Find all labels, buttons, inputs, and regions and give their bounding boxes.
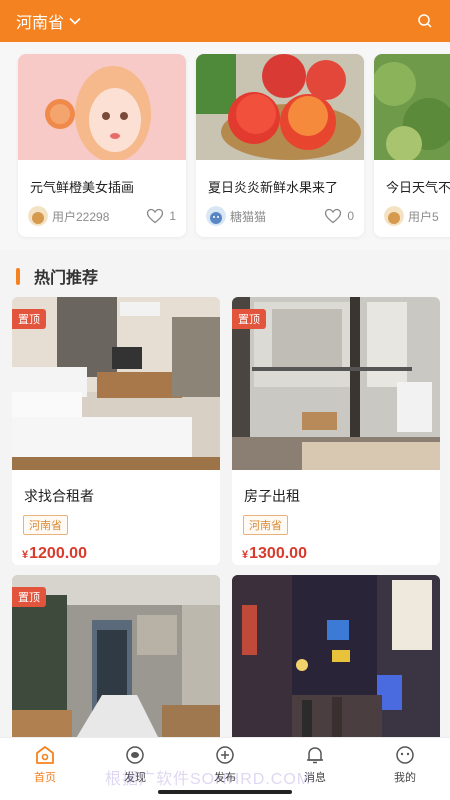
- region-selector[interactable]: 河南省: [16, 9, 82, 33]
- author: 糖猫猫: [206, 206, 266, 226]
- listing-card[interactable]: [232, 575, 440, 745]
- search-icon: [418, 14, 432, 28]
- featured-card[interactable]: 夏日炎炎新鲜水果来了 糖猫猫 0: [196, 54, 364, 237]
- currency-symbol: ¥: [22, 549, 29, 561]
- eye-icon: [126, 746, 144, 764]
- avatar: [28, 206, 48, 226]
- section-accent-bar: [16, 267, 20, 285]
- heart-icon: [325, 208, 342, 224]
- featured-card[interactable]: 元气鲜橙美女插画 用户22298 1: [18, 54, 186, 237]
- chevron-down-icon: [69, 17, 81, 25]
- author-name: 用户22298: [52, 209, 110, 224]
- heart-icon: [147, 208, 164, 224]
- author: 用户5: [384, 206, 439, 226]
- like-count: 1: [169, 209, 176, 223]
- featured-title: 今日天气不: [386, 180, 450, 195]
- tab-label: 发布: [214, 772, 236, 784]
- featured-image: [196, 54, 364, 160]
- bell-icon: [307, 747, 323, 764]
- featured-carousel[interactable]: 元气鲜橙美女插画 用户22298 1 夏日炎炎新鲜水果来了 糖猫猫 0 今日天气…: [0, 42, 450, 250]
- section-title: 热门推荐: [34, 270, 99, 287]
- featured-title: 元气鲜橙美女插画: [30, 180, 135, 195]
- listing-title: 房子出租: [244, 488, 300, 504]
- location-tag: 河南省: [243, 515, 288, 535]
- like-count: 0: [347, 209, 354, 223]
- featured-card[interactable]: 今日天气不 用户5: [374, 54, 450, 237]
- currency-symbol: ¥: [242, 549, 249, 561]
- listing-card[interactable]: 置顶 求找合租者 河南省 ¥1200.00: [12, 297, 220, 565]
- price-value: 1200.00: [29, 545, 87, 562]
- tab-label: 首页: [34, 772, 56, 784]
- author: 用户22298: [28, 206, 109, 226]
- tab-profile[interactable]: 我的: [360, 738, 450, 800]
- like-button[interactable]: 1: [146, 208, 176, 224]
- listing-card[interactable]: 置顶 房子出租 河南省 ¥1300.00: [232, 297, 440, 565]
- region-label: 河南省: [16, 15, 65, 32]
- home-icon: [36, 746, 54, 764]
- plus-circle-icon: [216, 746, 234, 764]
- like-button[interactable]: 0: [324, 208, 354, 224]
- listing-image: 置顶: [12, 575, 220, 745]
- pinned-badge: 置顶: [12, 587, 46, 607]
- tab-label: 消息: [304, 772, 326, 784]
- price-value: 1300.00: [249, 545, 307, 562]
- face-icon: [396, 746, 414, 764]
- avatar: [206, 206, 226, 226]
- featured-title: 夏日炎炎新鲜水果来了: [208, 180, 339, 195]
- tab-label: 我的: [394, 772, 416, 784]
- location-tag: 河南省: [23, 515, 68, 535]
- pinned-badge: 置顶: [232, 309, 266, 329]
- listing-image: 置顶: [232, 297, 440, 470]
- listing-image: [232, 575, 440, 745]
- search-button[interactable]: [414, 10, 436, 32]
- avatar: [384, 206, 404, 226]
- listing-image: 置顶: [12, 297, 220, 470]
- listing-price: ¥1200.00: [22, 545, 220, 563]
- listing-price: ¥1300.00: [242, 545, 440, 563]
- section-header: 热门推荐: [0, 256, 450, 296]
- pinned-badge: 置顶: [12, 309, 46, 329]
- author-name: 用户5: [408, 209, 439, 224]
- listing-title: 求找合租者: [24, 488, 94, 504]
- street-photo: [232, 575, 440, 745]
- tab-label: 发现: [124, 772, 146, 784]
- home-indicator: [158, 790, 292, 794]
- featured-image: [374, 54, 450, 162]
- author-name: 糖猫猫: [230, 209, 267, 224]
- listing-card[interactable]: 置顶: [12, 575, 220, 745]
- featured-image: [18, 54, 186, 162]
- top-header: 河南省: [0, 0, 450, 42]
- tab-home[interactable]: 首页: [0, 738, 90, 800]
